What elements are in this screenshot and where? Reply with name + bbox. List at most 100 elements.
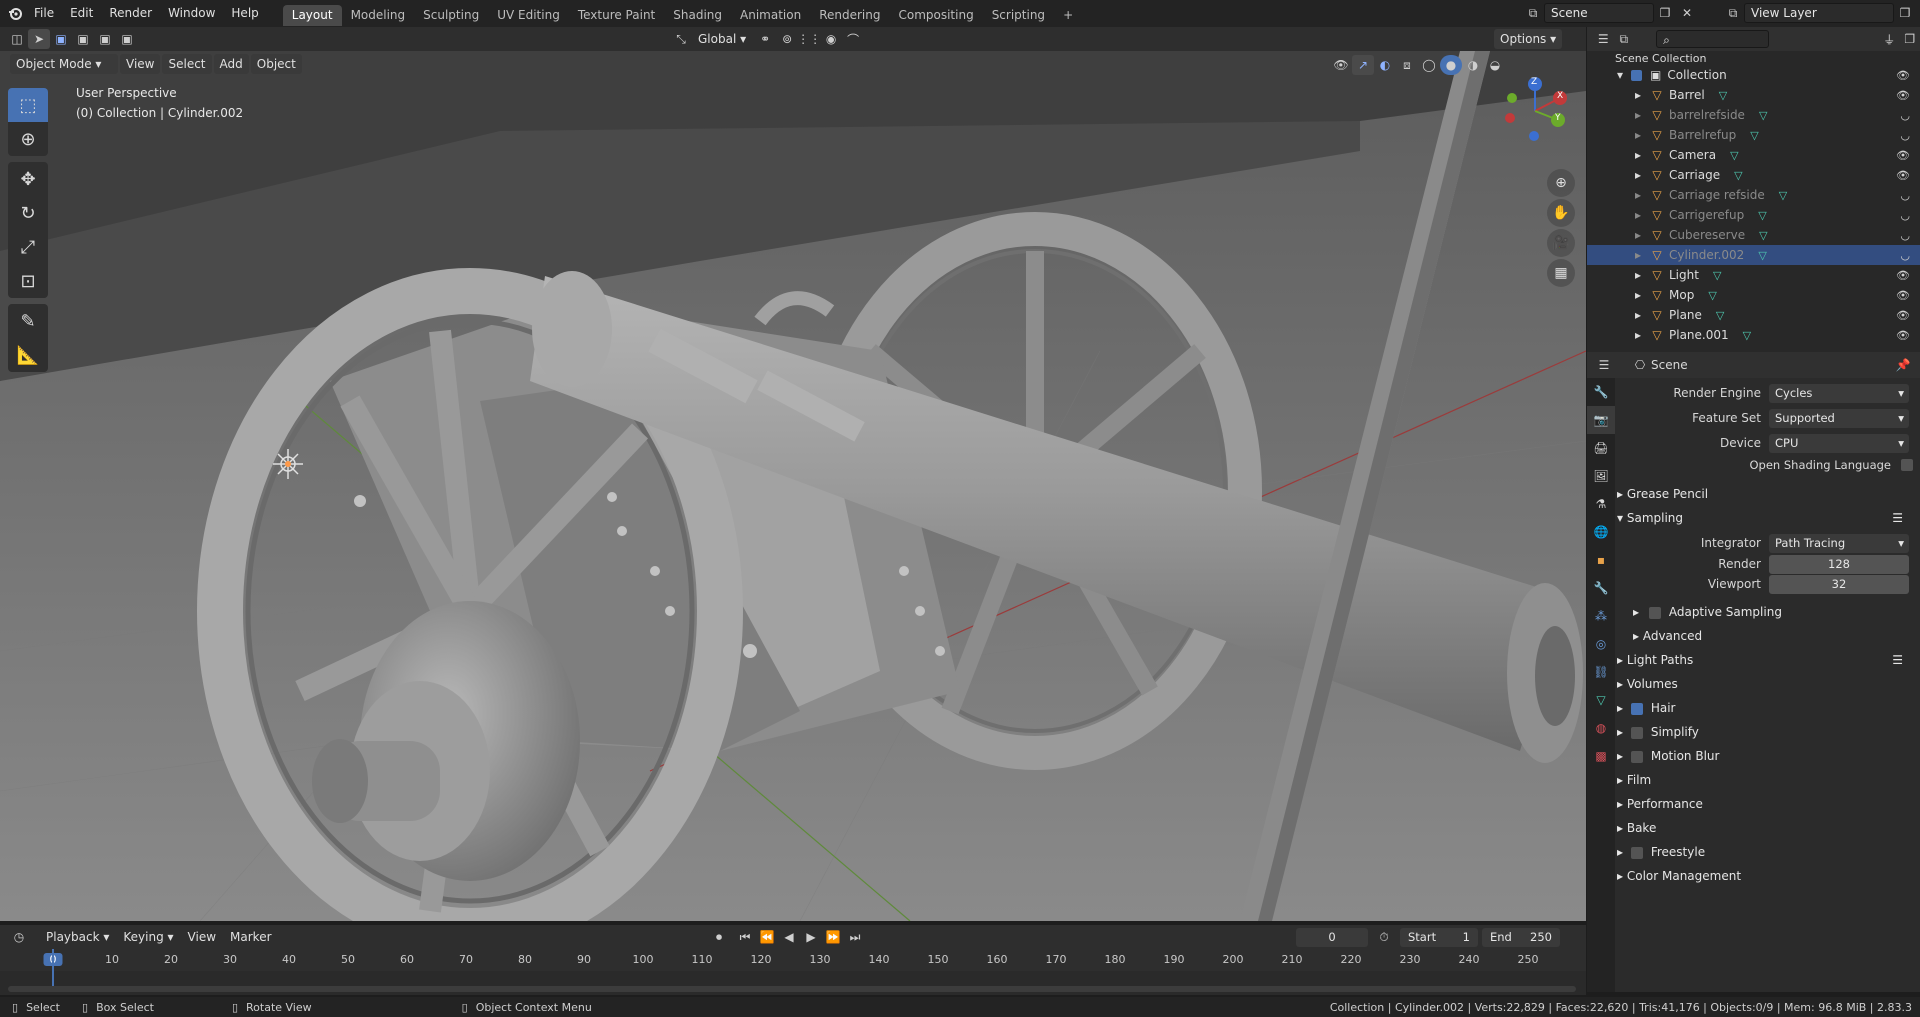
- advanced-panel[interactable]: ▸ Advanced: [1619, 624, 1919, 648]
- start-frame-field[interactable]: Start 1: [1400, 928, 1478, 947]
- sampling-presets-icon[interactable]: ☰: [1892, 506, 1903, 530]
- jump-keyframe-back-icon[interactable]: ⏪: [756, 927, 778, 947]
- simplify-panel[interactable]: ▸ Simplify: [1609, 720, 1919, 744]
- object-tab-icon[interactable]: ▪: [1587, 546, 1615, 574]
- camera-view-icon[interactable]: 🎥: [1547, 229, 1575, 257]
- snap-grid-icon[interactable]: ⋮⋮: [797, 29, 821, 49]
- menu-playback[interactable]: Playback ▾: [40, 927, 115, 947]
- blender-logo-icon[interactable]: [4, 4, 26, 24]
- render-engine-dropdown[interactable]: Cycles ▾: [1769, 383, 1909, 403]
- select-box-tool-icon[interactable]: ⬚: [8, 88, 48, 122]
- expand-icon[interactable]: ▸: [1635, 228, 1649, 242]
- outliner-item[interactable]: ▸ ▽ Carriage refside ▽ ◡: [1587, 185, 1920, 205]
- play-icon[interactable]: ▶: [800, 927, 822, 947]
- play-reverse-icon[interactable]: ◀: [778, 927, 800, 947]
- snap-icon[interactable]: ⊚: [776, 29, 798, 49]
- options-dropdown[interactable]: Options ▾: [1494, 29, 1563, 49]
- rotate-tool-icon[interactable]: ↻: [8, 196, 48, 230]
- feature-set-dropdown[interactable]: Supported ▾: [1769, 408, 1909, 428]
- move-tool-icon[interactable]: ✥: [8, 162, 48, 196]
- add-workspace-icon[interactable]: +: [1054, 5, 1082, 26]
- pan-hand-icon[interactable]: ✋: [1547, 199, 1575, 227]
- eye-closed-icon[interactable]: ◡: [1900, 189, 1910, 202]
- expand-icon[interactable]: ▸: [1635, 148, 1649, 162]
- timeline[interactable]: 0102030405060708090100110120130140150160…: [0, 949, 1586, 995]
- scene-field[interactable]: Scene: [1544, 3, 1654, 23]
- expand-icon[interactable]: ▸: [1635, 288, 1649, 302]
- menu-view[interactable]: View: [120, 54, 161, 74]
- eye-closed-icon[interactable]: ◡: [1900, 229, 1910, 242]
- new-collection-icon[interactable]: ❐: [1899, 29, 1920, 49]
- eye-closed-icon[interactable]: ◡: [1900, 129, 1910, 142]
- light-paths-panel[interactable]: ▸ Light Paths ☰: [1609, 648, 1919, 672]
- performance-panel[interactable]: ▸ Performance: [1609, 792, 1919, 816]
- expand-icon[interactable]: ▸: [1635, 108, 1649, 122]
- eye-icon[interactable]: 👁: [1896, 169, 1910, 182]
- outliner-item[interactable]: ▸ ▽ barrelrefside ▽ ◡: [1587, 105, 1920, 125]
- grease-pencil-panel[interactable]: ▸ Grease Pencil: [1609, 482, 1919, 506]
- outliner-item[interactable]: ▸ ▽ Carriage ▽ 👁: [1587, 165, 1920, 185]
- outliner-item[interactable]: ▸ ▽ Mop ▽ 👁: [1587, 285, 1920, 305]
- render-samples-field[interactable]: 128: [1769, 554, 1909, 574]
- expand-icon[interactable]: ▸: [1635, 128, 1649, 142]
- cursor-tool-icon[interactable]: ⊕: [8, 122, 48, 156]
- perspective-toggle-icon[interactable]: ▦: [1547, 259, 1575, 287]
- menu-render[interactable]: Render: [101, 0, 160, 27]
- view-layer-field[interactable]: View Layer: [1744, 3, 1894, 23]
- end-frame-field[interactable]: End 250: [1482, 928, 1560, 947]
- scale-tool-icon[interactable]: ⤢: [8, 230, 48, 264]
- outliner-item[interactable]: ▸ ▽ Barrel ▽ 👁: [1587, 85, 1920, 105]
- jump-keyframe-forward-icon[interactable]: ⏩: [822, 927, 844, 947]
- expand-icon[interactable]: ▸: [1635, 328, 1649, 342]
- render-tab-icon[interactable]: 📷: [1587, 406, 1615, 434]
- volumes-panel[interactable]: ▸ Volumes: [1609, 672, 1919, 696]
- tool-tab-icon[interactable]: 🔧: [1587, 378, 1615, 406]
- eye-closed-icon[interactable]: ◡: [1900, 209, 1910, 222]
- tab-sculpting[interactable]: Sculpting: [414, 5, 488, 26]
- annotate-tool-icon[interactable]: ✎: [8, 304, 48, 338]
- eye-icon[interactable]: 👁: [1896, 149, 1910, 162]
- tab-layout[interactable]: Layout: [282, 4, 342, 26]
- timeline-scrollbar[interactable]: [8, 986, 1576, 992]
- outliner-item[interactable]: ▸ ▽ Plane ▽ 👁: [1587, 305, 1920, 325]
- select-mode-subtract-icon[interactable]: ▣: [94, 29, 116, 49]
- view-layer-browse-icon[interactable]: ⧉: [1722, 3, 1744, 23]
- tab-shading[interactable]: Shading: [664, 5, 731, 26]
- measure-tool-icon[interactable]: 📐: [8, 338, 48, 372]
- jump-end-icon[interactable]: ⏭: [844, 927, 866, 947]
- transform-orientation-dropdown[interactable]: Global ▾: [692, 29, 752, 49]
- simplify-checkbox[interactable]: [1630, 726, 1643, 739]
- hair-panel[interactable]: ▸ Hair: [1609, 696, 1919, 720]
- adaptive-sampling-checkbox[interactable]: [1648, 606, 1661, 619]
- record-icon[interactable]: ⏺: [708, 927, 730, 947]
- falloff-icon[interactable]: ⌒: [842, 29, 864, 49]
- select-mode-extend-icon[interactable]: ▣: [72, 29, 94, 49]
- properties-editor-icon[interactable]: ☰: [1593, 355, 1615, 375]
- scene-collection-row[interactable]: Scene Collection: [1587, 51, 1920, 65]
- device-dropdown[interactable]: CPU ▾: [1769, 433, 1909, 453]
- stopwatch-icon[interactable]: ⏱: [1373, 927, 1395, 947]
- osl-row[interactable]: Open Shading Language: [1619, 454, 1919, 476]
- output-tab-icon[interactable]: 🖨: [1587, 434, 1615, 462]
- eye-icon[interactable]: 👁: [1896, 269, 1910, 282]
- 3d-viewport[interactable]: User Perspective (0) Collection | Cylind…: [0, 51, 1586, 921]
- color-management-panel[interactable]: ▸ Color Management: [1609, 864, 1919, 888]
- timeline-ruler[interactable]: 0102030405060708090100110120130140150160…: [0, 949, 1586, 971]
- timeline-editor-icon[interactable]: ◷: [8, 927, 30, 947]
- tab-uv-editing[interactable]: UV Editing: [488, 5, 569, 26]
- menu-help[interactable]: Help: [223, 0, 266, 27]
- outliner-item[interactable]: ▸ ▽ Light ▽ 👁: [1587, 265, 1920, 285]
- film-panel[interactable]: ▸ Film: [1609, 768, 1919, 792]
- proportional-edit-icon[interactable]: ◉: [820, 29, 842, 49]
- expand-icon[interactable]: ▸: [1635, 168, 1649, 182]
- navigation-gizmo[interactable]: Z X Y: [1500, 76, 1570, 146]
- collection-expand-icon[interactable]: ▾: [1617, 68, 1631, 82]
- light-paths-presets-icon[interactable]: ☰: [1892, 648, 1903, 672]
- collection-checkbox[interactable]: [1631, 69, 1642, 81]
- display-mode-icon[interactable]: ⧉: [1614, 29, 1635, 49]
- freestyle-panel[interactable]: ▸ Freestyle: [1609, 840, 1919, 864]
- menu-file[interactable]: File: [26, 0, 62, 27]
- eye-icon[interactable]: 👁: [1896, 309, 1910, 322]
- motion-blur-checkbox[interactable]: [1630, 750, 1643, 763]
- tab-compositing[interactable]: Compositing: [889, 5, 982, 26]
